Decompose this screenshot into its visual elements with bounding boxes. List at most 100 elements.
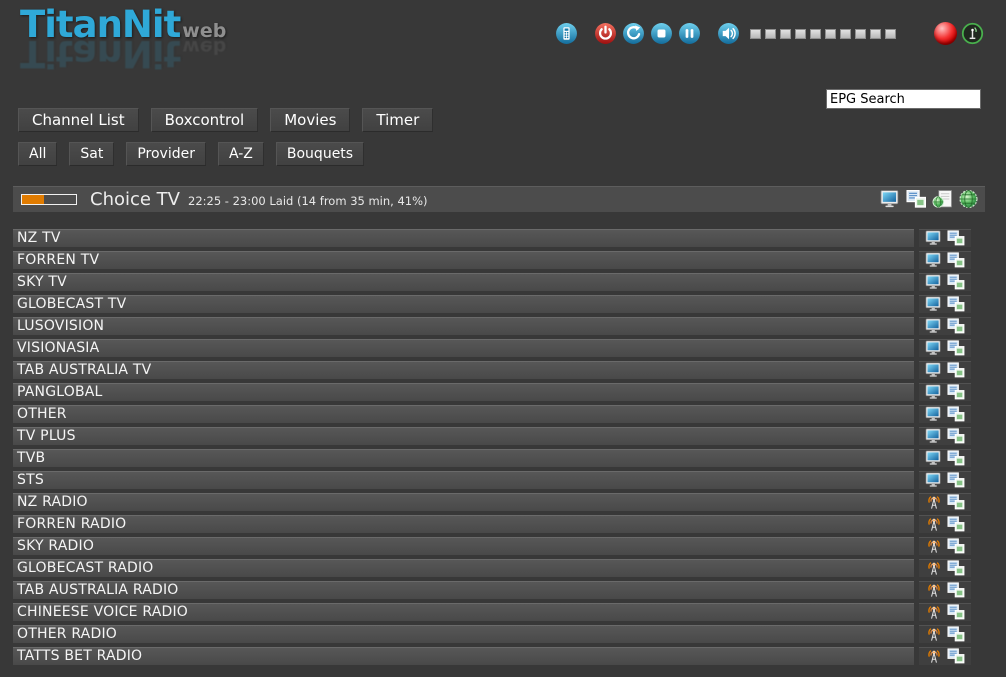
channel-name[interactable]: LUSOVISION xyxy=(13,317,914,335)
globe-icon[interactable] xyxy=(958,189,979,209)
volume-segment[interactable] xyxy=(765,29,776,39)
tv-zap-icon[interactable] xyxy=(924,340,944,356)
epg-windows-icon[interactable] xyxy=(946,384,966,400)
channel-name[interactable]: TAB AUSTRALIA RADIO xyxy=(13,581,914,599)
channel-row-actions xyxy=(919,317,971,335)
remote-icon[interactable] xyxy=(555,22,578,45)
channel-name[interactable]: NZ TV xyxy=(13,229,914,247)
epg-windows-icon[interactable] xyxy=(946,340,966,356)
epg-windows-icon[interactable] xyxy=(946,494,966,510)
epg-windows-icon[interactable] xyxy=(946,274,966,290)
channel-name[interactable]: SKY RADIO xyxy=(13,537,914,555)
filter-sat-button[interactable]: Sat xyxy=(69,142,114,166)
filter-all-button[interactable]: All xyxy=(18,142,57,166)
tv-zap-icon[interactable] xyxy=(924,296,944,312)
nav-boxcontrol-button[interactable]: Boxcontrol xyxy=(151,108,259,132)
filter-provider-button[interactable]: Provider xyxy=(126,142,206,166)
tv-zap-icon[interactable] xyxy=(924,230,944,246)
volume-segment[interactable] xyxy=(795,29,806,39)
tv-zap-icon[interactable] xyxy=(924,450,944,466)
radio-zap-icon[interactable] xyxy=(924,494,944,510)
tv-zap-icon[interactable] xyxy=(924,318,944,334)
epg-windows-icon[interactable] xyxy=(946,252,966,268)
restart-icon[interactable] xyxy=(622,22,645,45)
channel-name[interactable]: OTHER RADIO xyxy=(13,625,914,643)
channel-name[interactable]: TATTS BET RADIO xyxy=(13,647,914,665)
channel-name[interactable]: TV PLUS xyxy=(13,427,914,445)
volume-segment[interactable] xyxy=(780,29,791,39)
filter-az-button[interactable]: A-Z xyxy=(218,142,264,166)
volume-segment[interactable] xyxy=(840,29,851,39)
volume-segment[interactable] xyxy=(870,29,881,39)
monitor-icon[interactable] xyxy=(880,189,901,209)
channel-name[interactable]: TAB AUSTRALIA TV xyxy=(13,361,914,379)
antenna-stream-icon[interactable] xyxy=(961,22,984,45)
channel-name[interactable]: FORREN RADIO xyxy=(13,515,914,533)
channel-name[interactable]: OTHER xyxy=(13,405,914,423)
epg-windows-icon[interactable] xyxy=(946,560,966,576)
stop-icon[interactable] xyxy=(650,22,673,45)
channel-row-actions xyxy=(919,581,971,599)
channel-row-actions xyxy=(919,449,971,467)
program-progress-fill xyxy=(22,195,44,204)
channel-name[interactable]: VISIONASIA xyxy=(13,339,914,357)
volume-segment[interactable] xyxy=(810,29,821,39)
tv-zap-icon[interactable] xyxy=(924,274,944,290)
nav-movies-button[interactable]: Movies xyxy=(270,108,350,132)
channel-row-actions xyxy=(919,625,971,643)
channel-name[interactable]: GLOBECAST RADIO xyxy=(13,559,914,577)
epg-windows-icon[interactable] xyxy=(946,582,966,598)
radio-zap-icon[interactable] xyxy=(924,648,944,664)
volume-segment[interactable] xyxy=(750,29,761,39)
epg-windows-icon[interactable] xyxy=(946,428,966,444)
channel-name[interactable]: SKY TV xyxy=(13,273,914,291)
tv-zap-icon[interactable] xyxy=(924,406,944,422)
volume-segment[interactable] xyxy=(885,29,896,39)
radio-zap-icon[interactable] xyxy=(924,538,944,554)
tv-zap-icon[interactable] xyxy=(924,252,944,268)
tv-zap-icon[interactable] xyxy=(924,362,944,378)
app-logo-reflection: TitanNitweb xyxy=(20,35,226,72)
epg-windows-icon[interactable] xyxy=(946,230,966,246)
channel-name[interactable]: PANGLOBAL xyxy=(13,383,914,401)
channel-name[interactable]: NZ RADIO xyxy=(13,493,914,511)
epg-windows-icon[interactable] xyxy=(946,450,966,466)
epg-windows-icon[interactable] xyxy=(946,538,966,554)
epg-search-input[interactable] xyxy=(826,89,981,109)
nav-timer-button[interactable]: Timer xyxy=(362,108,433,132)
screenshot-windows-icon[interactable] xyxy=(906,189,927,209)
epg-windows-icon[interactable] xyxy=(946,296,966,312)
radio-zap-icon[interactable] xyxy=(924,516,944,532)
channel-name[interactable]: TVB xyxy=(13,449,914,467)
channel-name[interactable]: GLOBECAST TV xyxy=(13,295,914,313)
epg-windows-icon[interactable] xyxy=(946,318,966,334)
channel-row-actions xyxy=(919,251,971,269)
power-icon[interactable] xyxy=(594,22,617,45)
speaker-icon[interactable] xyxy=(717,22,740,45)
channel-name[interactable]: CHINEESE VOICE RADIO xyxy=(13,603,914,621)
radio-zap-icon[interactable] xyxy=(924,626,944,642)
epg-windows-icon[interactable] xyxy=(946,648,966,664)
channel-row: GLOBECAST RADIO xyxy=(13,559,1006,577)
volume-segment[interactable] xyxy=(855,29,866,39)
nav-channel-list-button[interactable]: Channel List xyxy=(18,108,139,132)
channel-name[interactable]: STS xyxy=(13,471,914,489)
tv-zap-icon[interactable] xyxy=(924,428,944,444)
epg-windows-icon[interactable] xyxy=(946,626,966,642)
epg-windows-icon[interactable] xyxy=(946,472,966,488)
epg-windows-icon[interactable] xyxy=(946,516,966,532)
radio-zap-icon[interactable] xyxy=(924,604,944,620)
channel-name[interactable]: FORREN TV xyxy=(13,251,914,269)
epg-windows-icon[interactable] xyxy=(946,406,966,422)
tv-zap-icon[interactable] xyxy=(924,472,944,488)
document-globe-icon[interactable] xyxy=(932,189,953,209)
volume-segment[interactable] xyxy=(825,29,836,39)
epg-windows-icon[interactable] xyxy=(946,362,966,378)
tv-zap-icon[interactable] xyxy=(924,384,944,400)
channel-row: CHINEESE VOICE RADIO xyxy=(13,603,1006,621)
pause-icon[interactable] xyxy=(678,22,701,45)
radio-zap-icon[interactable] xyxy=(924,560,944,576)
epg-windows-icon[interactable] xyxy=(946,604,966,620)
radio-zap-icon[interactable] xyxy=(924,582,944,598)
filter-bouquets-button[interactable]: Bouquets xyxy=(276,142,364,166)
